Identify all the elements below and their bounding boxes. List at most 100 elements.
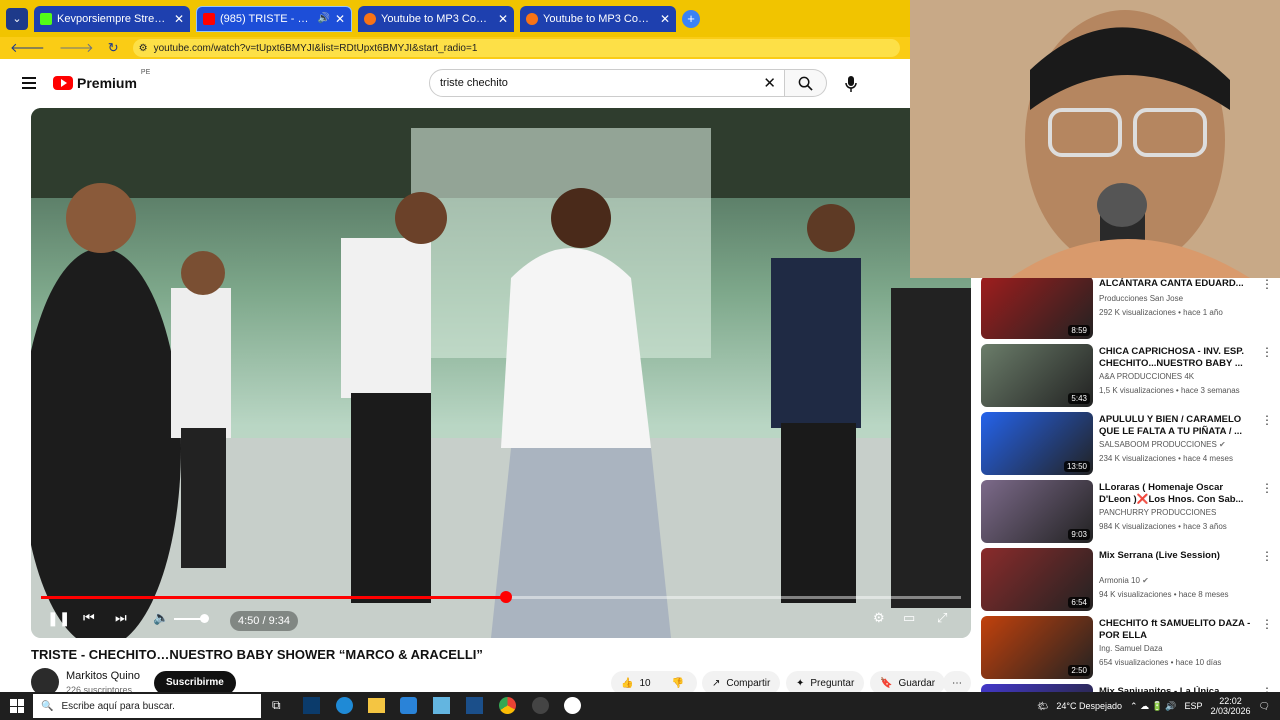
site-info-icon[interactable]: ⚙ [139,43,148,54]
browser-tab-bar: ⌄ Kevporsiempre Stream - Watch ✕ (985) T… [0,0,910,37]
related-video-channel[interactable]: Producciones San Jose [1099,294,1183,303]
related-video-title[interactable]: CHECHITO ft SAMUELITO DAZA - POR ELLA [1099,618,1254,642]
like-count: 10 [639,677,651,689]
volume-knob[interactable] [200,614,209,623]
related-video-channel[interactable]: Ing. Samuel Daza [1099,644,1163,653]
store-icon[interactable] [400,697,417,714]
previous-icon[interactable]: ⏮ [83,610,95,626]
more-options-icon[interactable]: ⋮ [1261,346,1273,358]
tab-title: Youtube to MP3 Converter [543,12,655,25]
webcam-overlay [910,0,1280,278]
related-video-item[interactable]: 9:03 LLoraras ( Homenaje Oscar D'Leon )❌L… [981,480,1273,544]
youtube-favicon-icon [203,12,215,25]
search-icon: 🔍 [41,700,54,712]
task-view-icon[interactable]: ⧉ [272,698,281,713]
related-video-title[interactable]: CHICA CAPRICHOSA - INV. ESP. CHECHITO...… [1099,346,1254,370]
windows-start-icon[interactable] [10,699,24,713]
video-thumbnail[interactable] [981,684,1093,692]
youtube-premium-logo[interactable]: Premium PE [53,69,150,91]
url-field[interactable]: ⚙ youtube.com/watch?v=tUpxt6BMYJI&list=R… [132,39,900,57]
file-explorer-icon[interactable] [368,698,385,713]
tray-icons[interactable]: ⌃ ☁ 🔋 🔊 [1130,701,1176,712]
app-icon[interactable] [433,697,450,714]
notifications-icon[interactable]: 🗨 [1259,701,1270,712]
tab-title: (985) TRISTE - CHECHITO... [220,12,313,25]
video-thumbnail[interactable]: 5:43 [981,344,1093,407]
tab-title: Youtube to MP3 Converter [381,12,493,25]
related-video-item[interactable]: Mix Sanjuanitos - La Única ⋮ [981,684,1273,692]
volume-icon[interactable]: 🔈 [153,610,169,626]
settings-icon[interactable]: ⚙ [873,610,885,626]
progress-bar[interactable] [41,591,961,603]
related-video-item[interactable]: 2:50 CHECHITO ft SAMUELITO DAZA - POR ELL… [981,616,1273,680]
more-options-icon[interactable]: ⋮ [1261,414,1273,426]
close-icon[interactable]: ✕ [660,12,670,26]
tab-search-button[interactable]: ⌄ [6,7,28,30]
video-thumbnail[interactable]: 13:50 [981,412,1093,475]
video-thumbnail[interactable]: 6:54 [981,548,1093,611]
taskbar-search-input[interactable]: 🔍 Escribe aquí para buscar. [33,694,261,718]
video-thumbnail[interactable]: 2:50 [981,616,1093,679]
clock[interactable]: 22:02 2/03/2026 [1211,696,1251,716]
progress-scrubber[interactable] [499,591,512,603]
more-options-icon[interactable]: ⋮ [1261,482,1273,494]
close-icon[interactable]: ✕ [174,12,184,26]
related-video-meta: 654 visualizaciones • hace 10 días [1099,658,1222,667]
related-video-title[interactable]: ALCÁNTARA CANTA EDUARD... [1099,278,1254,290]
related-video-item[interactable]: 5:43 CHICA CAPRICHOSA - INV. ESP. CHECHIT… [981,344,1273,408]
reload-icon[interactable]: ↻ [108,40,119,56]
close-icon[interactable]: ✕ [498,12,508,26]
language-indicator[interactable]: ESP [1185,701,1203,711]
related-video-meta: 94 K visualizaciones • hace 8 meses [1099,590,1229,599]
voice-search-button[interactable] [840,73,862,95]
app-icon[interactable] [303,697,320,714]
theater-mode-icon[interactable]: ▭ [903,610,915,626]
related-video-item[interactable]: 8:59 ALCÁNTARA CANTA EDUARD... Produccione… [981,278,1273,340]
channel-name[interactable]: Markitos Quino [66,670,140,682]
back-arrow-icon[interactable]: 🡐 [10,40,45,56]
related-video-title[interactable]: LLoraras ( Homenaje Oscar D'Leon )❌Los H… [1099,482,1254,506]
related-video-title[interactable]: APULULU Y BIEN / CARAMELO QUE LE FALTA A… [1099,414,1254,438]
more-icon: ⋯ [952,677,962,689]
related-video-channel[interactable]: PANCHURRY PRODUCCIONES [1099,508,1216,517]
forward-arrow-icon[interactable]: 🡒 [59,40,94,56]
pause-icon[interactable]: ❚❚ [47,610,70,627]
app-icon[interactable] [532,697,549,714]
hamburger-menu-icon[interactable] [22,77,36,89]
more-options-icon[interactable]: ⋮ [1261,618,1273,630]
video-thumbnail[interactable]: 9:03 [981,480,1093,543]
address-bar-row: 🡐 🡒 ↻ ⚙ youtube.com/watch?v=tUpxt6BMYJI&… [0,37,910,59]
app-icon[interactable] [466,697,483,714]
volume-slider[interactable] [174,614,209,623]
related-video-channel[interactable]: A&A PRODUCCIONES 4K [1099,372,1194,381]
related-videos-list: 8:59 ALCÁNTARA CANTA EDUARD... Produccione… [971,278,1280,692]
tab-youtube[interactable]: (985) TRISTE - CHECHITO... 🔊 ✕ [196,5,352,32]
search-input[interactable]: triste chechito ✕ [429,69,785,97]
media-player-icon[interactable] [564,697,581,714]
tab-mp3-converter-2[interactable]: Youtube to MP3 Converter ✕ [520,5,676,32]
related-video-channel[interactable]: SALSABOOM PRODUCCIONES ✔ [1099,440,1226,449]
more-options-icon[interactable]: ⋮ [1261,278,1273,290]
related-video-item[interactable]: 13:50 APULULU Y BIEN / CARAMELO QUE LE FA… [981,412,1273,476]
video-player[interactable]: ❚❚ ⏮ ⏭ 🔈 4:50 / 9:34 ⚙ ▭ ⤢ [31,108,971,638]
tab-mp3-converter[interactable]: Youtube to MP3 Converter ✕ [358,5,514,32]
tab-kick[interactable]: Kevporsiempre Stream - Watch ✕ [34,5,190,32]
more-options-icon[interactable]: ⋮ [1261,550,1273,562]
related-video-meta: 984 K visualizaciones • hace 3 años [1099,522,1227,531]
edge-icon[interactable] [336,697,353,714]
chrome-icon[interactable] [499,697,516,714]
clear-search-icon[interactable]: ✕ [763,74,776,92]
video-thumbnail[interactable]: 8:59 [981,278,1093,339]
tab-title: Kevporsiempre Stream - Watch [57,12,169,25]
related-video-meta: 1,5 K visualizaciones • hace 3 semanas [1099,386,1240,395]
close-icon[interactable]: ✕ [335,12,345,26]
related-video-channel[interactable]: Armonia 10 ✔ [1099,576,1149,585]
next-icon[interactable]: ⏭ [115,610,127,626]
related-video-title[interactable]: Mix Serrana (Live Session) [1099,550,1254,562]
time-display: 4:50 / 9:34 [230,611,298,631]
search-button[interactable] [785,69,827,97]
related-video-item[interactable]: 6:54 Mix Serrana (Live Session) Armonia 10… [981,548,1273,612]
speaker-icon[interactable]: 🔊 [317,13,329,24]
fullscreen-icon[interactable]: ⤢ [937,610,947,626]
new-tab-button[interactable]: + [682,9,700,28]
